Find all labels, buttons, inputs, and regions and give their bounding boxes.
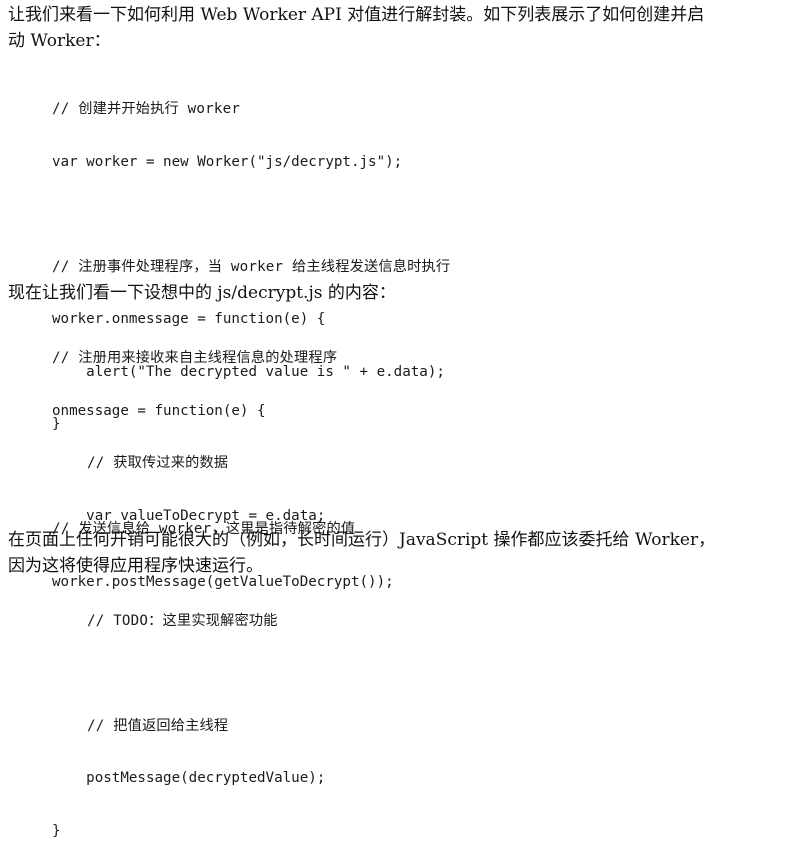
middle-line: 现在让我们看一下设想中的 js/decrypt.js 的内容： [8, 283, 396, 303]
intro-line-2: 动 Worker： [8, 31, 111, 51]
code-line: var valueToDecrypt = e.data; [52, 507, 326, 524]
code-comment: // 创建并开始执行 worker [52, 101, 241, 117]
outro-paragraph: 在页面上任何开销可能很大的（例如，长时间运行）JavaScript 操作都应该委… [8, 527, 788, 579]
document-page: { "intro": { "line1": "让我们来看一下如何利用 Web W… [0, 0, 793, 839]
code-line: var worker = new Worker("js/decrypt.js")… [52, 153, 403, 170]
code-block-worker: // 注册用来接收来自主线程信息的处理程序 onmessage = functi… [52, 316, 337, 857]
code-comment: // 注册用来接收来自主线程信息的处理程序 [52, 350, 338, 366]
code-comment: // TODO：这里实现解密功能 [52, 612, 278, 629]
code-line: } [52, 822, 61, 839]
middle-paragraph: 现在让我们看一下设想中的 js/decrypt.js 的内容： [8, 280, 788, 306]
code-line: postMessage(decryptedValue); [52, 770, 326, 786]
intro-paragraph: 让我们来看一下如何利用 Web Worker API 对值进行解封装。如下列表展… [8, 2, 788, 54]
code-comment: // 获取传过来的数据 [52, 455, 229, 471]
outro-line-1: 在页面上任何开销可能很大的（例如，长时间运行）JavaScript 操作都应该委… [8, 530, 716, 550]
code-line: onmessage = function(e) { [52, 402, 266, 419]
intro-line-1: 让我们来看一下如何利用 Web Worker API 对值进行解封装。如下列表展… [8, 5, 705, 25]
outro-line-2: 因为这将使得应用程序快速运行。 [8, 556, 263, 576]
code-comment: // 注册事件处理程序，当 worker 给主线程发送信息时执行 [52, 258, 451, 275]
code-comment: // 把值返回给主线程 [52, 717, 229, 734]
